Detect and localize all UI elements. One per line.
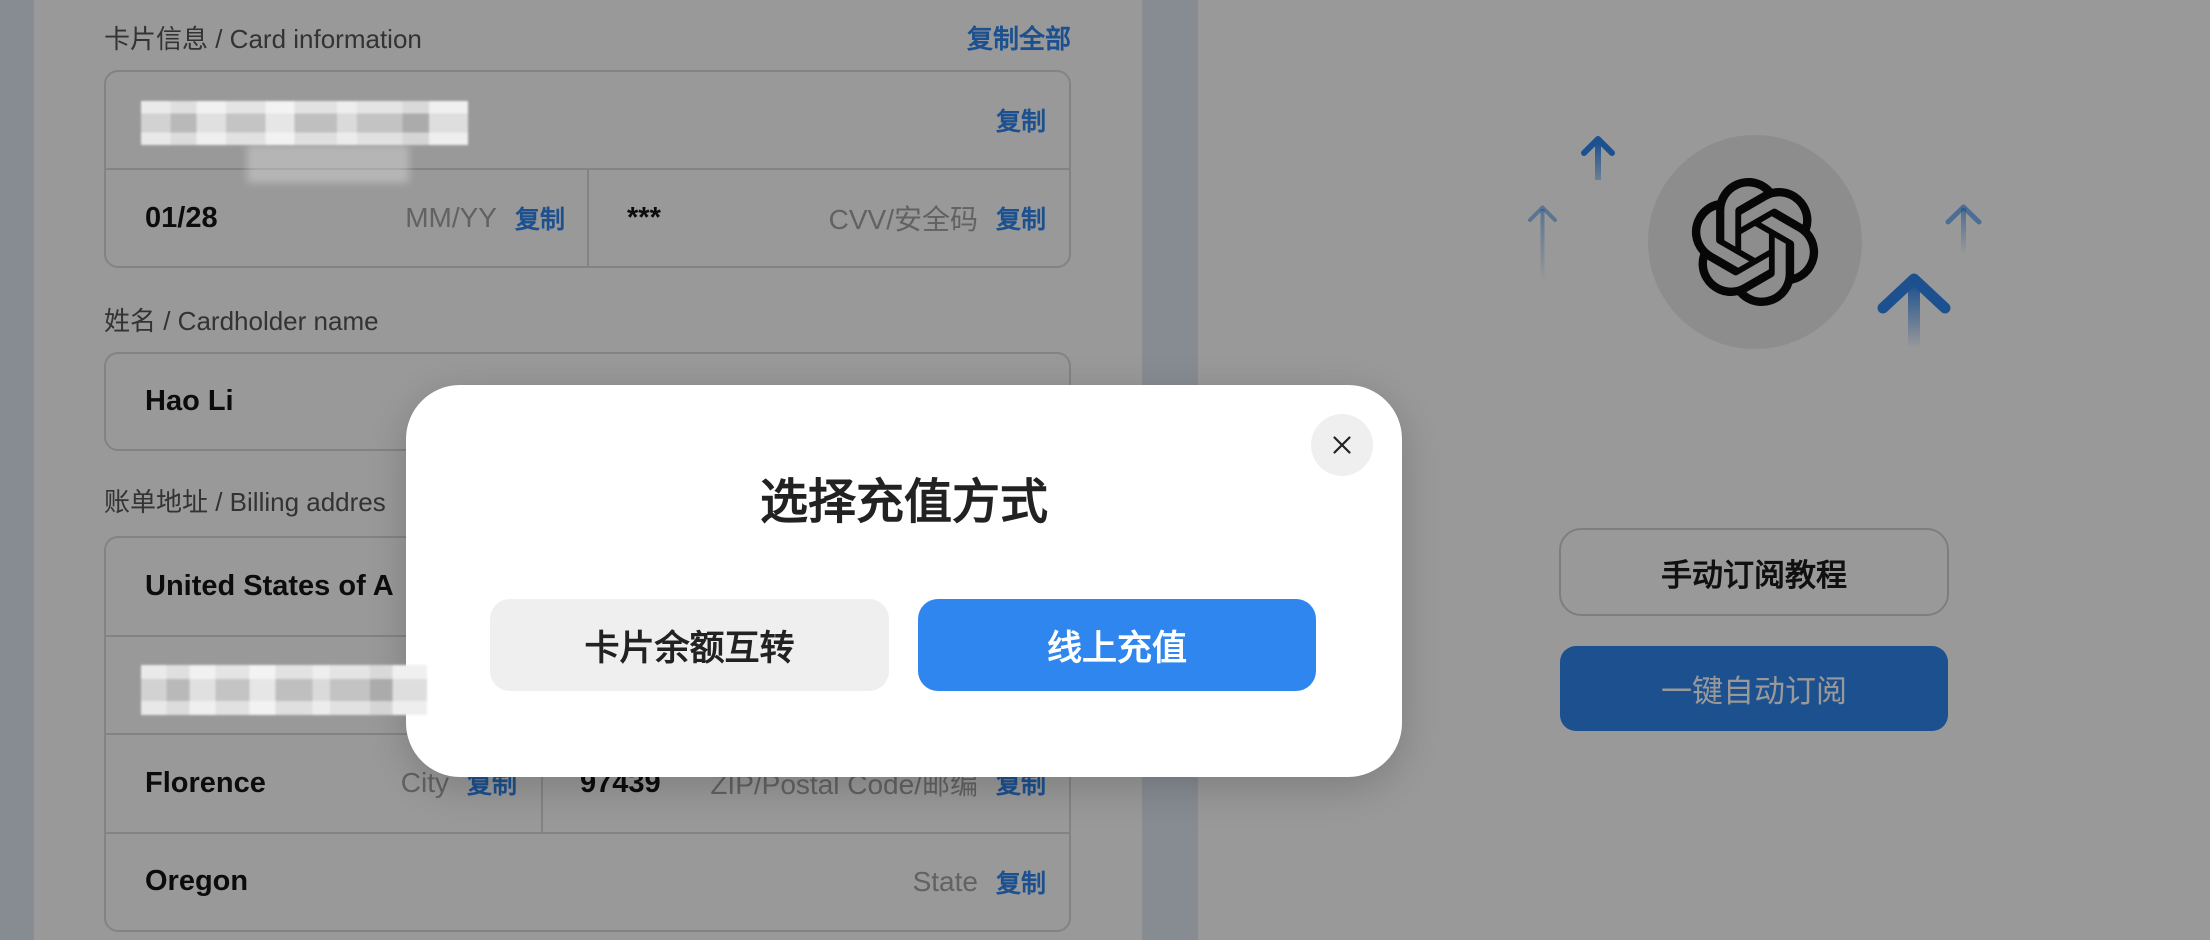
- recharge-method-dialog: 选择充值方式 卡片余额互转 线上充值: [406, 385, 1402, 777]
- card-balance-transfer-button[interactable]: 卡片余额互转: [490, 599, 889, 691]
- close-icon: [1333, 436, 1351, 454]
- dialog-title: 选择充值方式: [759, 476, 1048, 529]
- redacted-card-number-smudge: [247, 145, 409, 183]
- redacted-card-number: [141, 101, 468, 145]
- close-button[interactable]: [1311, 414, 1373, 476]
- redacted-address-line: [141, 665, 427, 715]
- online-recharge-button[interactable]: 线上充值: [918, 599, 1316, 691]
